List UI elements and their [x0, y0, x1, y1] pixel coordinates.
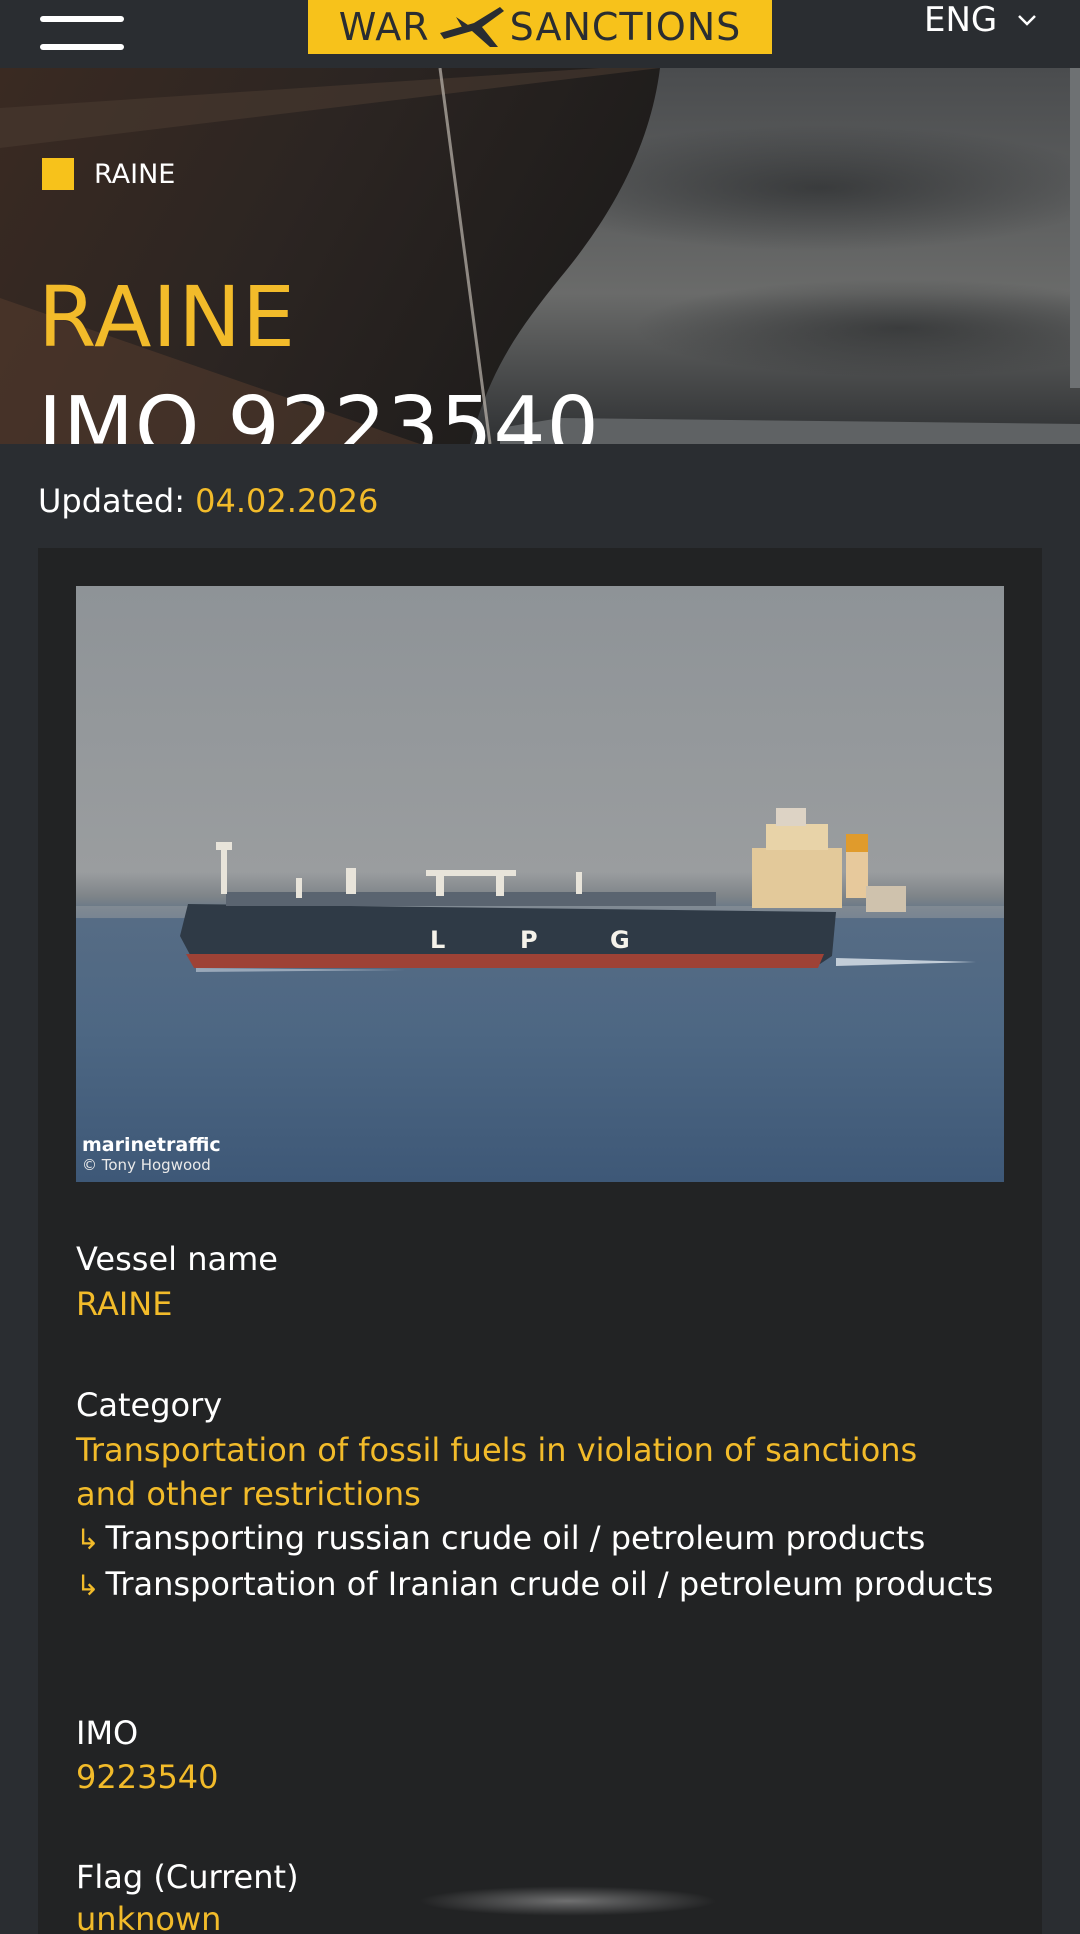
flag-label: Flag (Current) — [76, 1858, 299, 1896]
subcategory-item[interactable]: ↳ Transportation of Iranian crude oil / p… — [76, 1562, 1006, 1608]
updated-label: Updated: — [38, 482, 196, 520]
war-sanctions-logo[interactable]: WAR SANCTIONS — [308, 0, 772, 54]
logo-text-left: WAR — [338, 5, 430, 49]
category-label: Category — [76, 1386, 223, 1424]
photo-credit: © Tony Hogwood — [82, 1156, 211, 1174]
vessel-title: RAINE — [38, 268, 297, 366]
subcategory-list: ↳ Transporting russian crude oil / petrol… — [76, 1516, 1006, 1608]
hero-scrollbar[interactable] — [1070, 68, 1080, 388]
blurred-overlay — [418, 1886, 718, 1916]
updated-line: Updated: 04.02.2026 — [38, 482, 378, 520]
imo-value: 9223540 — [76, 1758, 219, 1796]
hull-letter-p: P — [520, 926, 538, 954]
subcategory-text: Transporting russian crude oil / petrole… — [105, 1519, 926, 1557]
vessel-imo-heading: IMO 9223540 — [38, 380, 600, 444]
sub-arrow-icon: ↳ — [76, 1569, 100, 1602]
lpg-tanker-illustration: L P G — [76, 808, 1004, 972]
language-label: ENG — [924, 0, 998, 40]
flag-value: unknown — [76, 1900, 222, 1934]
drone-plane-icon — [439, 7, 504, 47]
logo-text-right: SANCTIONS — [509, 5, 742, 49]
vessel-photo[interactable]: L P G marinetraffic © Tony Hogwood — [76, 586, 1004, 1182]
hull-letter-l: L — [430, 926, 445, 954]
language-selector[interactable]: ENG — [924, 0, 1037, 40]
hamburger-menu-icon[interactable] — [40, 14, 124, 54]
subcategory-item[interactable]: ↳ Transporting russian crude oil / petrol… — [76, 1516, 1006, 1562]
vessel-name-label: Vessel name — [76, 1240, 278, 1278]
vessel-name-value: RAINE — [76, 1285, 173, 1323]
breadcrumb-square-icon — [42, 158, 74, 190]
sub-arrow-icon: ↳ — [76, 1523, 100, 1556]
photo-brand-watermark: marinetraffic — [82, 1134, 221, 1156]
hull-letter-g: G — [610, 926, 630, 954]
hero-banner: RAINE RAINE IMO 9223540 — [0, 68, 1080, 444]
imo-label: IMO — [76, 1714, 139, 1752]
top-bar: WAR SANCTIONS ENG — [0, 0, 1080, 68]
vessel-details-card: L P G marinetraffic © Tony Hogwood Vesse… — [38, 548, 1042, 1934]
breadcrumb-item[interactable]: RAINE — [94, 159, 175, 190]
updated-date: 04.02.2026 — [195, 482, 379, 520]
chevron-down-icon — [1018, 15, 1037, 26]
category-value[interactable]: Transportation of fossil fuels in violat… — [76, 1428, 976, 1516]
subcategory-text: Transportation of Iranian crude oil / pe… — [105, 1565, 994, 1603]
breadcrumb: RAINE — [42, 154, 175, 194]
